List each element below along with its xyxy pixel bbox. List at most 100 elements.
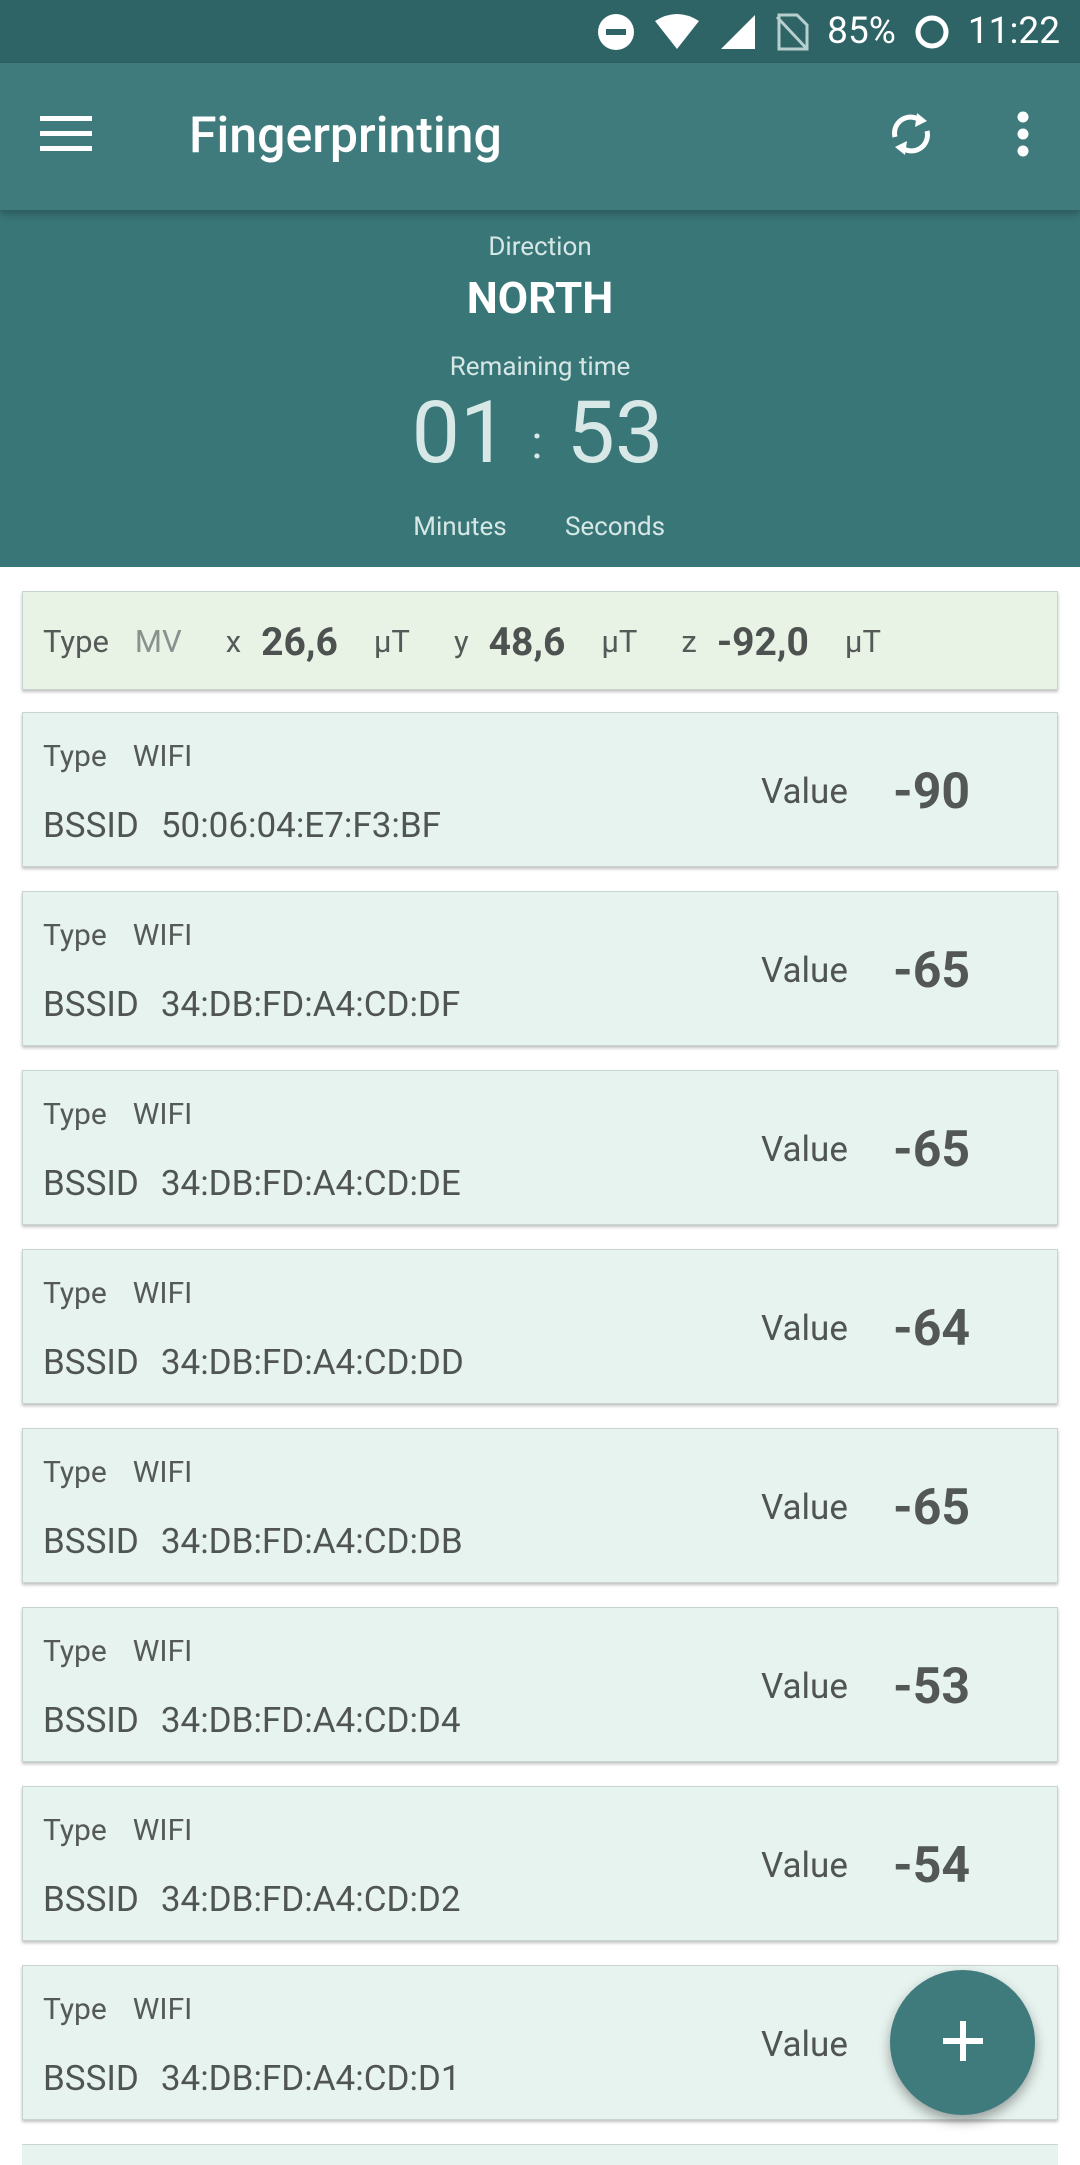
value-label: Value [761,1308,848,1349]
remaining-time-label: Remaining time [449,352,631,382]
status-icons: 85% 11:22 [597,0,1060,63]
type-value: WIFI [132,1455,193,1490]
list-item[interactable]: Type WIFI BSSID 34:DB:FD:A4:CD:DB Value -6… [22,1428,1058,1583]
do-not-disturb-icon [597,13,635,51]
signal-value: -53 [893,1658,971,1716]
timer-seconds: 53 [566,382,664,483]
type-value: MV [134,623,182,660]
type-value: WIFI [132,1097,193,1132]
z-value: -92,0 [716,618,809,665]
type-label: Type [43,1276,107,1311]
sync-icon [887,109,935,163]
battery-percent: 85% [827,10,896,53]
type-line: Type WIFI [43,918,192,953]
type-line: Type WIFI [43,739,192,774]
value-label: Value [761,1666,848,1707]
bssid-label: BSSID [43,1879,139,1920]
bssid-label: BSSID [43,2058,139,2099]
bssid-label: BSSID [43,805,139,846]
app-bar: Fingerprinting [0,63,1080,210]
bssid-value: 34:DB:FD:A4:CD:D2 [160,1879,461,1920]
y-value: 48,6 [488,618,566,665]
type-label: Type [43,1097,107,1132]
battery-icon [914,14,950,50]
status-bar: 85% 11:22 [0,0,1080,63]
direction-value: NORTH [466,272,614,324]
type-label: Type [43,1813,107,1848]
type-label: Type [43,739,107,774]
add-button[interactable] [890,1970,1035,2115]
wifi-icon [653,13,701,51]
bssid-value: 50:06:04:E7:F3:BF [160,805,441,846]
list-item[interactable]: Type WIFI BSSID 34:DB:FD:A4:CD:D2 Value -5… [22,1786,1058,1941]
no-sim-icon [775,13,809,51]
bssid-label: BSSID [43,1342,139,1383]
bssid-value: 34:DB:FD:A4:CD:D1 [160,2058,461,2099]
timer-separator: : [531,416,543,470]
list-item[interactable]: Type WIFI BSSID 50:06:04:E7:F3:BF Value -9… [22,712,1058,867]
type-value: WIFI [132,1634,193,1669]
timer-minutes: 01 [411,382,509,483]
menu-button[interactable] [33,103,99,169]
y-label: y [453,623,469,660]
type-line: Type WIFI [43,1455,192,1490]
list-item[interactable]: Type WIFI BSSID 34:DB:FD:A4:CD:DE Value -6… [22,1070,1058,1225]
magnetic-reading-card[interactable]: Type MV x 26,6 µT y 48,6 µT z -92,0 µT [22,591,1058,690]
add-icon [941,2019,985,2067]
type-line: Type WIFI [43,1992,192,2027]
signal-value: -90 [893,763,971,821]
x-value: 26,6 [261,618,338,665]
signal-value: -65 [893,1479,971,1537]
type-label: Type [43,623,109,660]
type-line: Type WIFI [43,1097,192,1132]
clock: 11:22 [967,10,1060,53]
type-label: Type [43,1455,107,1490]
bssid-label: BSSID [43,1163,139,1204]
direction-label: Direction [488,232,592,262]
bssid-line: BSSID 34:DB:FD:A4:CD:DE [43,1163,461,1204]
bssid-label: BSSID [43,1521,139,1562]
type-label: Type [43,1634,107,1669]
bssid-value: 34:DB:FD:A4:CD:DF [160,984,461,1025]
signal-value: -65 [893,942,971,1000]
type-value: WIFI [132,1992,193,2027]
signal-value: -64 [893,1300,971,1358]
direction-timer-panel: Direction NORTH Remaining time 01 : 53 M… [0,210,1080,567]
bssid-line: BSSID 50:06:04:E7:F3:BF [43,805,441,846]
bssid-label: BSSID [43,984,139,1025]
more-options-button[interactable] [990,103,1056,169]
more-vert-icon [1016,111,1030,161]
list-item-partial[interactable] [22,2144,1058,2165]
bssid-value: 34:DB:FD:A4:CD:DD [160,1342,464,1383]
value-label: Value [761,771,848,812]
type-label: Type [43,1992,107,2027]
type-value: WIFI [132,739,193,774]
list-item[interactable]: Type WIFI BSSID 34:DB:FD:A4:CD:DD Value -6… [22,1249,1058,1404]
page-title: Fingerprinting [189,107,502,165]
bssid-line: BSSID 34:DB:FD:A4:CD:DB [43,1521,463,1562]
value-label: Value [761,1487,848,1528]
bssid-line: BSSID 34:DB:FD:A4:CD:DF [43,984,460,1025]
value-label: Value [761,2024,848,2065]
type-line: Type WIFI [43,1276,192,1311]
bssid-line: BSSID 34:DB:FD:A4:CD:DD [43,1342,464,1383]
value-label: Value [761,950,848,991]
y-unit: µT [601,623,638,660]
x-label: x [225,623,242,660]
z-label: z [681,623,697,660]
bssid-line: BSSID 34:DB:FD:A4:CD:D2 [43,1879,461,1920]
type-value: WIFI [132,1276,193,1311]
bssid-line: BSSID 34:DB:FD:A4:CD:D1 [43,2058,461,2099]
sync-button[interactable] [878,103,944,169]
signal-value: -65 [893,1121,971,1179]
bssid-line: BSSID 34:DB:FD:A4:CD:D4 [43,1700,461,1741]
value-label: Value [761,1845,848,1886]
list-item[interactable]: Type WIFI BSSID 34:DB:FD:A4:CD:D4 Value -5… [22,1607,1058,1762]
type-value: WIFI [132,918,193,953]
bssid-value: 34:DB:FD:A4:CD:DB [160,1521,463,1562]
minutes-label: Minutes [413,512,507,542]
magnetic-reading-row: Type MV x 26,6 µT y 48,6 µT z -92,0 µT [43,592,881,691]
x-unit: µT [373,623,410,660]
seconds-label: Seconds [564,512,666,542]
list-item[interactable]: Type WIFI BSSID 34:DB:FD:A4:CD:DF Value -6… [22,891,1058,1046]
